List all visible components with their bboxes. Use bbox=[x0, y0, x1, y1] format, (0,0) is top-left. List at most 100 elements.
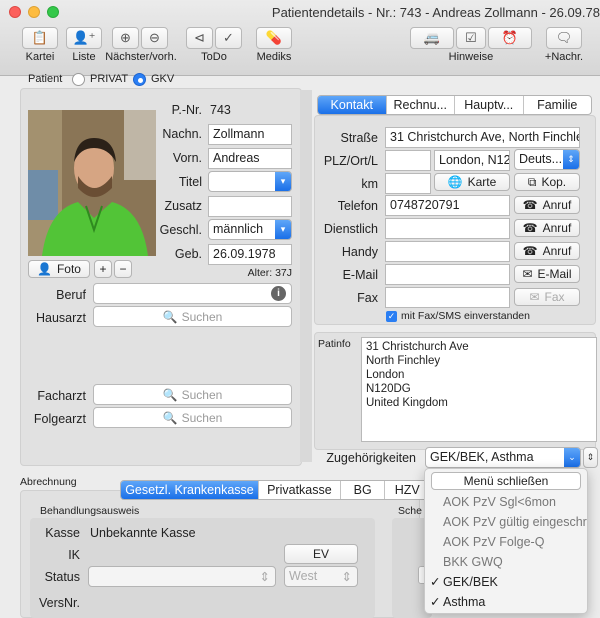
chevron-updown-icon: ⇕ bbox=[341, 570, 352, 584]
chevron-down-icon: ⌄ bbox=[564, 448, 580, 467]
folgearzt-search[interactable]: 🔍 Suchen bbox=[93, 407, 292, 428]
dienstlich-field[interactable] bbox=[385, 218, 510, 239]
close-window-button[interactable] bbox=[9, 6, 21, 18]
search-placeholder: Suchen bbox=[181, 309, 223, 324]
handy-field[interactable] bbox=[385, 241, 510, 262]
schein-label: Sche bbox=[398, 505, 422, 517]
hausarzt-search[interactable]: 🔍 Suchen bbox=[93, 306, 292, 327]
email-label: E-Mail bbox=[342, 268, 378, 282]
status-select[interactable]: ⇕ bbox=[88, 566, 276, 587]
patinfo-textarea[interactable]: 31 Christchurch Ave North Finchley Londo… bbox=[361, 337, 597, 442]
region-select[interactable]: West ⇕ bbox=[284, 566, 358, 587]
dienstlich-anruf-button[interactable]: ☎ Anruf bbox=[514, 219, 580, 237]
zugehoerigkeiten-select[interactable]: GEK/BEK, Asthma ⌄ bbox=[425, 447, 581, 468]
fax-sms-checkbox[interactable]: ✓ bbox=[386, 311, 397, 322]
nachname-label: Nachn. bbox=[162, 127, 202, 141]
telefon-field[interactable]: 0748720791 bbox=[385, 195, 510, 216]
zoom-window-button[interactable] bbox=[47, 6, 59, 18]
window-title: Patientendetails - Nr.: 743 - Andreas Zo… bbox=[271, 5, 600, 20]
tab-bg[interactable]: BG bbox=[341, 481, 386, 499]
karte-button[interactable]: 🌐 Karte bbox=[434, 173, 510, 191]
telefon-anruf-button[interactable]: ☎ Anruf bbox=[514, 196, 580, 214]
behandlungsausweis-label: Behandlungsausweis bbox=[40, 505, 140, 517]
foto-button[interactable]: 👤 Foto bbox=[28, 260, 90, 278]
hinweise-check-button[interactable]: ☑ bbox=[456, 27, 486, 49]
email-field[interactable] bbox=[385, 264, 510, 285]
tab-gesetzl-krankenkasse[interactable]: Gesetzl. Krankenkasse bbox=[121, 481, 259, 499]
anruf-label: Anruf bbox=[542, 221, 572, 235]
land-select[interactable]: Deuts... ⇕ bbox=[514, 149, 580, 170]
tab-hauptversicherter[interactable]: Hauptv... bbox=[455, 96, 524, 114]
anruf-label: Anruf bbox=[542, 244, 572, 258]
tab-privatkasse[interactable]: Privatkasse bbox=[259, 481, 341, 499]
geburtsdatum-field[interactable]: 26.09.1978 bbox=[208, 244, 292, 265]
facharzt-search[interactable]: 🔍 Suchen bbox=[93, 384, 292, 405]
beruf-field[interactable] bbox=[93, 283, 292, 304]
nachname-field[interactable]: Zollmann bbox=[208, 124, 292, 145]
email-button[interactable]: ✉ E-Mail bbox=[514, 265, 580, 283]
ort-field[interactable]: London, N12 bbox=[434, 150, 510, 171]
zugehoerigkeiten-stepper[interactable]: ⇕ bbox=[583, 447, 598, 468]
tab-familie[interactable]: Familie bbox=[524, 96, 592, 114]
geschlecht-select[interactable]: männlich ▾ bbox=[208, 219, 292, 240]
kasse-value: Unbekannte Kasse bbox=[90, 526, 196, 540]
todo-check-button[interactable]: ✓ bbox=[215, 27, 242, 49]
ev-button[interactable]: EV bbox=[284, 544, 358, 564]
menu-close-button[interactable]: Menü schließen bbox=[431, 472, 581, 490]
tab-hzv[interactable]: HZV bbox=[385, 481, 429, 499]
titel-select[interactable]: ▾ bbox=[208, 171, 292, 192]
liste-button[interactable]: 👤⁺ bbox=[66, 27, 102, 49]
mediks-button[interactable]: 💊 bbox=[256, 27, 292, 49]
fax-button[interactable]: ✉ Fax bbox=[514, 288, 580, 306]
menu-item[interactable]: BKK GWQ bbox=[425, 552, 587, 572]
tab-rechnung[interactable]: Rechnu... bbox=[387, 96, 455, 114]
land-value: Deuts... bbox=[519, 152, 563, 166]
naechster-label: Nächster/vorh. bbox=[105, 51, 177, 63]
geburtsdatum-label: Geb. bbox=[174, 247, 202, 261]
panel-divider[interactable] bbox=[300, 90, 312, 462]
vorname-field[interactable]: Andreas bbox=[208, 148, 292, 169]
abrechnung-tabs: Gesetzl. Krankenkasse Privatkasse BG HZV bbox=[120, 480, 430, 500]
anruf-label: Anruf bbox=[542, 198, 572, 212]
menu-item[interactable]: Asthma bbox=[425, 592, 587, 612]
chevron-updown-icon: ⇕ bbox=[563, 150, 579, 169]
zusatz-field[interactable] bbox=[208, 196, 292, 217]
privat-radio[interactable] bbox=[72, 73, 85, 86]
hinweise-car-button[interactable]: 🚐 bbox=[410, 27, 454, 49]
menu-item[interactable]: AOK PzV gültig eingeschr. bbox=[425, 512, 587, 532]
next-record-button[interactable]: ⊕ bbox=[112, 27, 139, 49]
add-photo-button[interactable]: + bbox=[94, 260, 112, 278]
menu-item[interactable]: GEK/BEK bbox=[425, 572, 587, 592]
minimize-window-button[interactable] bbox=[28, 6, 40, 18]
info-icon[interactable]: i bbox=[271, 286, 286, 301]
kopieren-button[interactable]: ⧉ Kop. bbox=[514, 173, 580, 191]
fax-field[interactable] bbox=[385, 287, 510, 308]
km-field[interactable] bbox=[385, 173, 431, 194]
menu-item[interactable]: AOK PzV Folge-Q bbox=[425, 532, 587, 552]
ik-label: IK bbox=[68, 548, 80, 562]
fax-envelope-icon: ✉ bbox=[529, 290, 540, 304]
previous-record-button[interactable]: ⊖ bbox=[141, 27, 168, 49]
kartei-button[interactable]: 📋 bbox=[22, 27, 58, 49]
handy-anruf-button[interactable]: ☎ Anruf bbox=[514, 242, 580, 260]
fax-label: Fax bbox=[357, 291, 378, 305]
copy-icon: ⧉ bbox=[527, 174, 537, 189]
kopieren-label: Kop. bbox=[541, 175, 567, 189]
nachricht-button[interactable]: 🗨 bbox=[546, 27, 582, 49]
phone-icon: ☎ bbox=[522, 221, 538, 235]
todo-back-button[interactable]: ⊲ bbox=[186, 27, 213, 49]
gkv-radio[interactable] bbox=[133, 73, 146, 86]
strasse-field[interactable]: 31 Christchurch Ave, North Finchley bbox=[385, 127, 580, 148]
ev-label: EV bbox=[312, 547, 329, 561]
tab-kontakt[interactable]: Kontakt bbox=[318, 96, 387, 114]
plz-field[interactable] bbox=[385, 150, 431, 171]
pill-icon: 💊 bbox=[265, 30, 283, 45]
hinweise-alarm-button[interactable]: ⏰ bbox=[488, 27, 532, 49]
titel-label: Titel bbox=[178, 175, 202, 189]
mediks-label: Mediks bbox=[256, 51, 292, 63]
chevron-down-icon: ▾ bbox=[275, 220, 291, 239]
patinfo-line: North Finchley bbox=[366, 355, 441, 367]
menu-item[interactable]: AOK PzV Sgl<6mon bbox=[425, 492, 587, 512]
remove-photo-button[interactable]: − bbox=[114, 260, 132, 278]
alter-value: Alter: 37J bbox=[247, 267, 292, 279]
